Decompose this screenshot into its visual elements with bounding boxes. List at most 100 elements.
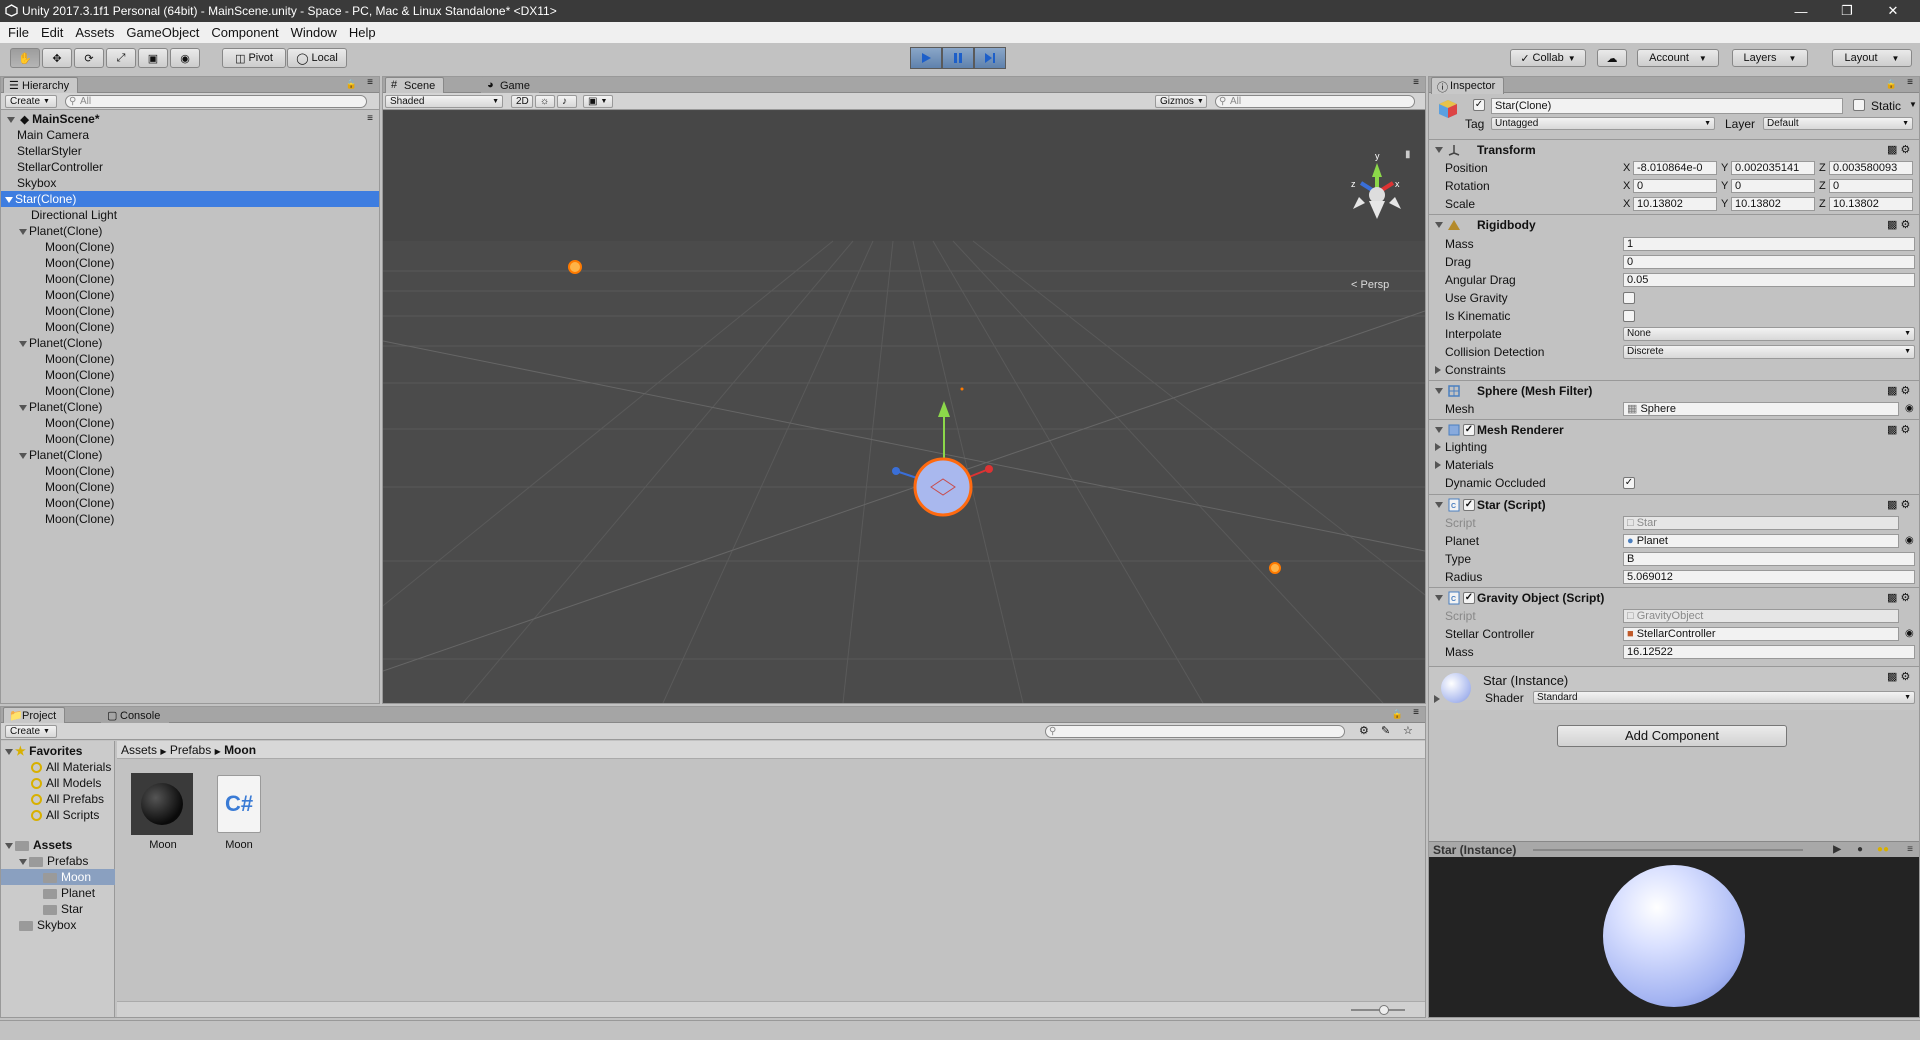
gravity-mass-field[interactable]: 16.12522 (1623, 645, 1915, 659)
rotate-tool-button[interactable]: ⟳ (74, 48, 104, 68)
persp-label[interactable]: < Persp (1351, 279, 1389, 291)
hierarchy-item[interactable]: Moon(Clone) (1, 287, 379, 303)
favorite-item[interactable]: All Materials (31, 759, 111, 775)
project-search-input[interactable]: ⚲ (1045, 725, 1345, 738)
expand-arrow-icon[interactable] (19, 340, 27, 347)
selected-star-object[interactable] (913, 457, 973, 517)
expand-arrow-icon[interactable] (5, 196, 13, 203)
console-tab[interactable]: ▢ Console (101, 707, 170, 724)
scale-y-field[interactable]: 10.13802 (1731, 197, 1815, 211)
menu-window[interactable]: Window (285, 25, 343, 40)
hierarchy-item[interactable]: Moon(Clone) (1, 239, 379, 255)
scene-menu-icon[interactable]: ≡ (367, 111, 373, 127)
close-button[interactable]: ✕ (1870, 0, 1916, 22)
material-preview[interactable] (1429, 857, 1919, 1017)
object-picker-icon[interactable]: ◉ (1905, 400, 1914, 418)
scene-viewport[interactable]: y x z ▮ (383, 111, 1425, 703)
component-settings-icon[interactable]: ▩ ⚙ (1887, 385, 1915, 397)
collapse-arrow-icon[interactable] (1434, 695, 1440, 703)
hierarchy-item[interactable]: Star(Clone) (1, 191, 379, 207)
effects-dropdown[interactable]: ▣ ▼ (583, 95, 613, 108)
hierarchy-create-button[interactable]: Create ▼ (5, 95, 57, 108)
transform-header[interactable]: Transform ▩ ⚙ (1429, 139, 1919, 159)
asset-folder-item[interactable]: Prefabs (19, 853, 88, 869)
light-preview-icon[interactable]: ●● (1877, 842, 1889, 858)
asset-folder-item[interactable]: Skybox (19, 917, 76, 933)
gizmos-dropdown[interactable]: Gizmos ▼ (1155, 95, 1207, 108)
pivot-button[interactable]: ◫ Pivot (222, 48, 286, 68)
icon-size-slider[interactable] (1351, 1009, 1405, 1011)
hierarchy-item[interactable]: Moon(Clone) (1, 463, 379, 479)
move-tool-button[interactable]: ✥ (42, 48, 72, 68)
dynamic-occluded-checkbox[interactable]: ✓ (1623, 477, 1635, 489)
mesh-filter-header[interactable]: Sphere (Mesh Filter) ▩ ⚙ (1429, 380, 1919, 400)
play-preview-icon[interactable]: ▶ (1833, 842, 1841, 858)
hierarchy-tab[interactable]: ☰ Hierarchy (3, 77, 79, 94)
rotation-x-field[interactable]: 0 (1633, 179, 1717, 193)
hierarchy-item[interactable]: Planet(Clone) (1, 399, 379, 415)
hierarchy-item[interactable]: Moon(Clone) (1, 351, 379, 367)
position-x-field[interactable]: -8.010864e-0 (1633, 161, 1717, 175)
hierarchy-item[interactable]: Moon(Clone) (1, 511, 379, 527)
game-tab[interactable]: ◕ Game (481, 77, 539, 94)
hierarchy-item[interactable]: Moon(Clone) (1, 415, 379, 431)
collapse-arrow-icon[interactable] (1435, 461, 1441, 469)
inspector-tab[interactable]: ⓘ Inspector (1431, 77, 1505, 94)
layers-dropdown[interactable]: Layers ▼ (1732, 49, 1808, 67)
maximize-button[interactable]: ❐ (1824, 0, 1870, 22)
account-button[interactable]: Account ▼ (1637, 49, 1719, 67)
rigidbody-header[interactable]: Rigidbody ▩ ⚙ (1429, 214, 1919, 234)
breadcrumb-prefabs[interactable]: Prefabs (170, 743, 211, 757)
object-name-field[interactable]: Star(Clone) (1491, 98, 1843, 114)
expand-arrow-icon[interactable] (19, 858, 27, 865)
asset-item-moon-script[interactable]: C# Moon (207, 773, 271, 851)
panel-menu-icon[interactable]: ≡ (1907, 842, 1913, 858)
expand-arrow-icon[interactable] (5, 748, 13, 755)
expand-arrow-icon[interactable] (1435, 388, 1443, 394)
collision-dropdown[interactable]: Discrete ▼ (1623, 345, 1915, 359)
panel-menu-icon[interactable]: ≡ (367, 77, 373, 88)
hierarchy-item[interactable]: Moon(Clone) (1, 319, 379, 335)
lighting-row[interactable]: Lighting (1429, 438, 1919, 456)
favorite-star-icon[interactable]: ☆ (1403, 724, 1413, 737)
asset-folder-item[interactable]: Star (43, 901, 83, 917)
asset-folder-item[interactable]: Moon (1, 869, 115, 885)
dropdown-arrow-icon[interactable]: ▼ (1909, 100, 1917, 109)
2d-toggle[interactable]: 2D (511, 95, 533, 108)
tag-dropdown[interactable]: Untagged ▼ (1491, 117, 1715, 130)
step-button[interactable] (974, 47, 1006, 69)
expand-arrow-icon[interactable] (1435, 222, 1443, 228)
scale-x-field[interactable]: 10.13802 (1633, 197, 1717, 211)
expand-arrow-icon[interactable] (5, 842, 13, 849)
sphere-preview-icon[interactable]: ● (1857, 842, 1863, 858)
active-checkbox[interactable]: ✓ (1473, 99, 1485, 111)
audio-toggle[interactable]: ♪ (557, 95, 577, 108)
breadcrumb-assets[interactable]: Assets (121, 743, 157, 757)
collapse-arrow-icon[interactable] (1435, 443, 1441, 451)
mass-field[interactable]: 1 (1623, 237, 1915, 251)
materials-row[interactable]: Materials (1429, 456, 1919, 474)
hierarchy-item[interactable]: StellarController (1, 159, 379, 175)
hierarchy-item[interactable]: Skybox (1, 175, 379, 191)
layout-dropdown[interactable]: Layout ▼ (1832, 49, 1912, 67)
expand-arrow-icon[interactable] (19, 404, 27, 411)
rotation-z-field[interactable]: 0 (1829, 179, 1913, 193)
component-settings-icon[interactable]: ▩ ⚙ (1887, 424, 1915, 436)
asset-item-moon-prefab[interactable]: Moon (131, 773, 195, 851)
scene-search-input[interactable]: ⚲ All (1215, 95, 1415, 108)
drag-field[interactable]: 0 (1623, 255, 1915, 269)
expand-arrow-icon[interactable] (1435, 427, 1443, 433)
scene-tab[interactable]: # Scene (385, 77, 445, 94)
is-kinematic-checkbox[interactable] (1623, 310, 1635, 322)
panel-menu-icon[interactable]: ≡ (1413, 77, 1419, 88)
collapse-arrow-icon[interactable] (1435, 366, 1441, 374)
preview-header[interactable]: Star (Instance) ▶ ● ●● ≡ (1429, 841, 1919, 857)
scene-root-row[interactable]: ◆ MainScene* ≡ (1, 111, 379, 127)
interpolate-dropdown[interactable]: None ▼ (1623, 327, 1915, 341)
minimize-button[interactable]: — (1778, 0, 1824, 22)
rect-tool-button[interactable]: ▣ (138, 48, 168, 68)
scale-z-field[interactable]: 10.13802 (1829, 197, 1913, 211)
angular-drag-field[interactable]: 0.05 (1623, 273, 1915, 287)
favorite-item[interactable]: All Prefabs (31, 791, 104, 807)
layer-dropdown[interactable]: Default ▼ (1763, 117, 1913, 130)
